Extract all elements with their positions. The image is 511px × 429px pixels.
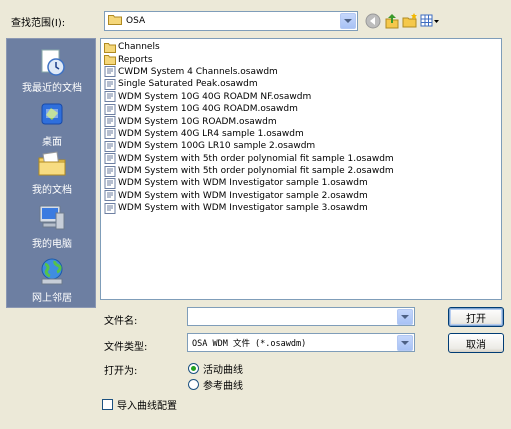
file-name: CWDM System 4 Channels.osawdm — [118, 66, 278, 77]
osawdm-file-icon — [104, 153, 118, 165]
radio-active-trace[interactable]: 活动曲线 — [188, 361, 243, 376]
osawdm-file-icon — [104, 140, 118, 152]
place-label: 网上邻居 — [32, 293, 72, 304]
file-item[interactable]: WDM System with WDM Investigator sample … — [104, 190, 498, 202]
place-my-computer[interactable]: 我的电脑 — [7, 203, 97, 250]
open-button[interactable]: 打开 — [448, 307, 504, 327]
file-item[interactable]: WDM System 40G LR4 sample 1.osawdm — [104, 128, 498, 140]
file-type-dropdown-button[interactable] — [397, 335, 413, 351]
cancel-button[interactable]: 取消 — [448, 333, 504, 353]
radio-dot-selected[interactable] — [188, 363, 199, 374]
osawdm-file-icon — [104, 165, 118, 177]
place-desktop[interactable]: 桌面 — [7, 101, 97, 148]
file-name: WDM System 10G ROADM.osawdm — [118, 116, 277, 127]
file-type-dropdown[interactable]: OSA WDM 文件 (*.osawdm) — [187, 333, 415, 352]
folder-item[interactable]: Channels — [104, 41, 498, 53]
view-menu-icon — [420, 14, 439, 27]
place-label: 我的文档 — [32, 185, 72, 196]
chevron-down-icon — [401, 340, 409, 345]
import-config-checkbox[interactable]: 导入曲线配置 — [102, 397, 177, 412]
chevron-down-icon — [344, 18, 352, 23]
place-my-documents[interactable]: 我的文档 — [7, 149, 97, 196]
file-name-label: 文件名: — [104, 316, 138, 327]
file-name: Single Saturated Peak.osawdm — [118, 79, 258, 90]
file-name: Channels — [118, 42, 160, 53]
back-arrow-icon — [365, 13, 381, 29]
radio-reference-trace[interactable]: 参考曲线 — [188, 377, 243, 392]
file-name: WDM System 10G 40G ROADM.osawdm — [118, 104, 298, 115]
radio-label: 参考曲线 — [203, 381, 243, 392]
recent-documents-icon — [36, 47, 68, 77]
checkbox-label: 导入曲线配置 — [117, 401, 177, 412]
file-item[interactable]: CWDM System 4 Channels.osawdm — [104, 66, 498, 78]
desktop-icon — [36, 101, 68, 131]
my-computer-icon — [36, 203, 68, 233]
file-item[interactable]: WDM System 10G 40G ROADM NF.osawdm — [104, 91, 498, 103]
new-folder-icon — [402, 13, 417, 28]
radio-dot[interactable] — [188, 379, 199, 390]
place-network[interactable]: 网上邻居 — [7, 257, 97, 304]
file-name-dropdown-button[interactable] — [397, 309, 413, 325]
file-item[interactable]: WDM System with WDM Investigator sample … — [104, 202, 498, 214]
open-as-label: 打开为: — [104, 366, 138, 377]
place-label: 我最近的文档 — [22, 83, 82, 94]
look-in-value: OSA — [126, 16, 146, 26]
file-item[interactable]: WDM System 100G LR10 sample 2.osawdm — [104, 140, 498, 152]
file-name: Reports — [118, 54, 153, 65]
look-in-dropdown[interactable]: OSA — [104, 11, 358, 31]
osawdm-file-icon — [104, 177, 118, 189]
osawdm-file-icon — [104, 190, 118, 202]
file-name: WDM System with WDM Investigator sample … — [118, 203, 368, 214]
file-item[interactable]: WDM System with 5th order polynomial fit… — [104, 165, 498, 177]
file-name: WDM System with WDM Investigator sample … — [118, 178, 368, 189]
file-item[interactable]: WDM System 10G ROADM.osawdm — [104, 115, 498, 128]
folder-item[interactable]: Reports — [104, 53, 498, 66]
file-name: WDM System with 5th order polynomial fit… — [118, 166, 394, 177]
look-in-label: 查找范围(I): — [11, 18, 66, 29]
osawdm-file-icon — [104, 66, 118, 78]
file-type-value: OSA WDM 文件 (*.osawdm) — [192, 339, 307, 349]
osawdm-file-icon — [104, 78, 118, 90]
network-places-icon — [36, 257, 68, 287]
place-recent-documents[interactable]: 我最近的文档 — [7, 47, 97, 94]
my-documents-icon — [36, 149, 68, 179]
file-name: WDM System 40G LR4 sample 1.osawdm — [118, 128, 304, 139]
places-bar: 我最近的文档 桌面 我的文档 我的电脑 网上邻居 — [6, 38, 96, 308]
file-name: WDM System with WDM Investigator sample … — [118, 190, 368, 201]
up-folder-button[interactable] — [382, 11, 402, 31]
file-type-label: 文件类型: — [104, 342, 148, 353]
back-button[interactable] — [363, 11, 383, 31]
osawdm-file-icon — [104, 91, 118, 103]
file-item[interactable]: Single Saturated Peak.osawdm — [104, 78, 498, 90]
place-label: 桌面 — [42, 137, 62, 148]
folder-icon — [108, 14, 122, 28]
new-folder-button[interactable] — [400, 11, 420, 31]
chevron-down-icon — [401, 314, 409, 319]
look-in-dropdown-button[interactable] — [340, 13, 356, 29]
file-name: WDM System 10G 40G ROADM NF.osawdm — [118, 91, 312, 102]
folder-icon — [104, 54, 118, 66]
file-name: WDM System with 5th order polynomial fit… — [118, 153, 394, 164]
file-item[interactable]: WDM System with 5th order polynomial fit… — [104, 153, 498, 165]
radio-label: 活动曲线 — [203, 365, 243, 376]
file-list[interactable]: Channels Reports CWDM System 4 Channels.os… — [100, 38, 502, 300]
osawdm-file-icon — [104, 103, 118, 115]
osawdm-file-icon — [104, 202, 118, 214]
up-folder-icon — [385, 14, 399, 29]
osawdm-file-icon — [104, 116, 118, 128]
checkbox-box[interactable] — [102, 399, 113, 410]
file-item[interactable]: WDM System 10G 40G ROADM.osawdm — [104, 103, 498, 115]
place-label: 我的电脑 — [32, 239, 72, 250]
folder-icon — [104, 42, 118, 53]
osawdm-file-icon — [104, 128, 118, 140]
file-name-combo[interactable] — [187, 307, 415, 326]
file-name-input[interactable] — [188, 308, 414, 325]
file-name: WDM System 100G LR10 sample 2.osawdm — [118, 141, 316, 152]
view-menu-button[interactable] — [419, 11, 441, 31]
file-item[interactable]: WDM System with WDM Investigator sample … — [104, 177, 498, 189]
